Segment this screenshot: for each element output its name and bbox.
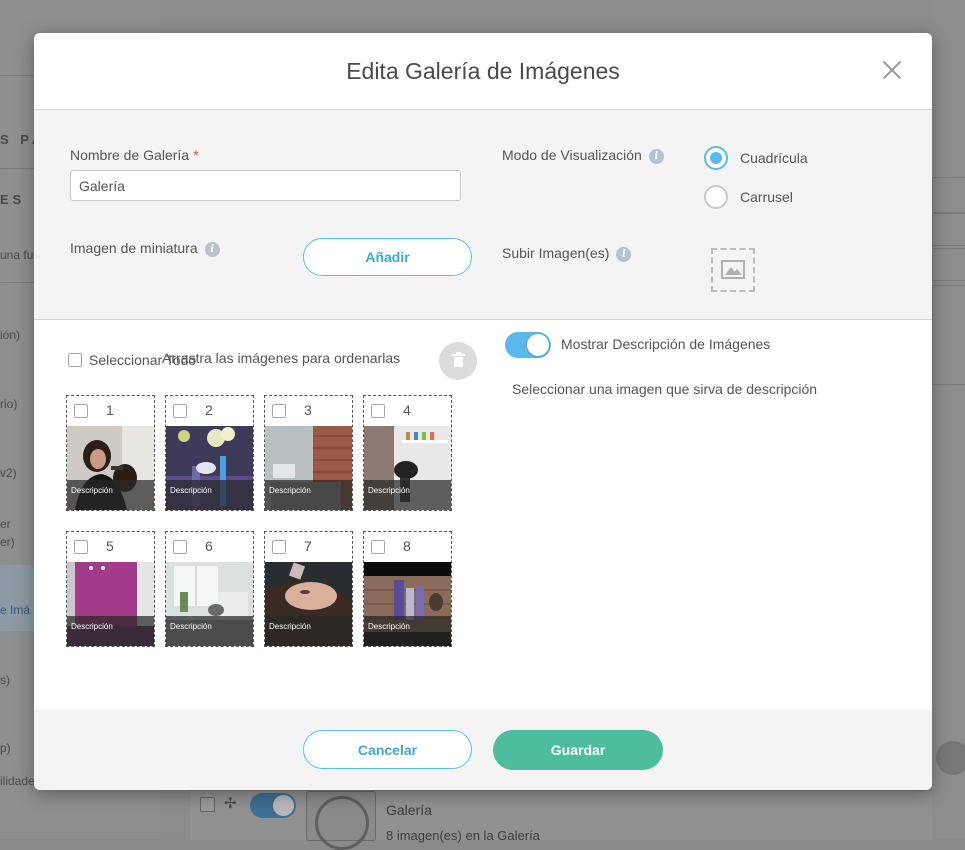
tile-description: Descripción (265, 616, 352, 646)
tile-checkbox[interactable] (74, 540, 88, 554)
tile-number: 8 (403, 538, 411, 554)
gallery-tile[interactable]: 3 Descripción (264, 395, 353, 511)
bg-gallery-thumbnail (306, 791, 376, 850)
move-icon: ✢ (224, 795, 237, 812)
display-mode-grid-option[interactable]: Cuadrícula (704, 146, 808, 170)
tile-description: Descripción (67, 480, 154, 510)
info-icon[interactable]: i (616, 247, 632, 262)
thumbnail-label-text: Imagen de miniatura (70, 240, 198, 256)
bg-label: una fu (0, 248, 34, 262)
info-icon[interactable]: i (204, 242, 220, 257)
tile-number: 3 (304, 402, 312, 418)
modal-header: Edita Galería de Imágenes (34, 33, 932, 110)
bg-gallery-title: Galería (386, 802, 432, 818)
cancel-button[interactable]: Cancelar (303, 730, 472, 769)
tile-number: 4 (403, 402, 411, 418)
tile-description: Descripción (265, 480, 352, 510)
gallery-name-input[interactable] (70, 170, 461, 201)
display-mode-carousel-option[interactable]: Carrusel (704, 185, 793, 209)
bg-label: rio) (0, 397, 18, 411)
tile-number: 1 (106, 402, 114, 418)
bg-label: s) (0, 673, 10, 687)
radio-grid-label: Cuadrícula (740, 150, 808, 166)
gallery-tile[interactable]: 5 Descripción (66, 531, 155, 647)
tile-checkbox[interactable] (272, 540, 286, 554)
display-mode-label: Modo de Visualización i (502, 147, 664, 164)
delete-selected-button[interactable] (439, 342, 477, 380)
display-mode-label-text: Modo de Visualización (502, 147, 642, 163)
gallery-tile[interactable]: 8 Descripción (363, 531, 452, 647)
save-button[interactable]: Guardar (493, 730, 663, 770)
gallery-tile[interactable]: 6 Descripción (165, 531, 254, 647)
show-description-toggle[interactable] (505, 332, 551, 358)
bg-label: ES (0, 192, 26, 207)
trash-icon (452, 352, 465, 356)
image-icon (721, 260, 745, 279)
description-hint: Seleccionar una imagen que sirva de desc… (512, 381, 818, 397)
gallery-name-label-text: Nombre de Galería (70, 147, 190, 163)
tile-description: Descripción (67, 616, 154, 646)
background-right-panel (932, 0, 965, 839)
show-description-label: Mostrar Descripción de Imágenes (561, 336, 771, 352)
bg-label: er) (0, 535, 15, 549)
radio-carousel[interactable] (704, 185, 728, 209)
modal-footer: Cancelar Guardar (34, 710, 932, 790)
tile-checkbox[interactable] (173, 540, 187, 554)
tile-description: Descripción (364, 616, 451, 646)
tile-number: 5 (106, 538, 114, 554)
bg-label: e Imá (0, 603, 31, 617)
add-thumbnail-button[interactable]: Añadir (303, 238, 472, 276)
tile-number: 7 (304, 538, 312, 554)
gallery-settings-form: Nombre de Galería* Imagen de miniaturai … (34, 110, 932, 320)
tile-checkbox[interactable] (272, 404, 286, 418)
tile-description: Descripción (166, 480, 253, 510)
tile-checkbox[interactable] (74, 404, 88, 418)
thumbnail-label: Imagen de miniatura i (70, 240, 220, 257)
edit-gallery-modal: Edita Galería de Imágenes Nombre de Gale… (34, 33, 932, 790)
tile-description: Descripción (364, 480, 451, 510)
gallery-tile[interactable]: 1 Descripción (66, 395, 155, 511)
upload-label: Subir Imagen(es) i (502, 245, 632, 262)
bg-toggle (250, 793, 296, 818)
required-mark: * (193, 147, 199, 163)
bg-label: p) (0, 741, 11, 755)
tile-number: 2 (205, 402, 213, 418)
bg-label: ión) (0, 328, 21, 342)
radio-carousel-label: Carrusel (740, 189, 793, 205)
background-gallery-row (190, 790, 932, 840)
bg-label: v2) (0, 466, 17, 480)
gallery-tile[interactable]: 7 Descripción (264, 531, 353, 647)
modal-title: Edita Galería de Imágenes (346, 58, 620, 84)
bg-checkbox (200, 797, 215, 812)
tile-checkbox[interactable] (371, 404, 385, 418)
upload-images-button[interactable] (711, 248, 755, 292)
gallery-name-label: Nombre de Galería * (70, 147, 199, 163)
tile-description: Descripción (166, 616, 253, 646)
drag-hint: Arrastra las imágenes para ordenarlas (162, 350, 401, 366)
gallery-tile[interactable]: 4 Descripción (363, 395, 452, 511)
info-icon[interactable]: i (648, 149, 664, 164)
close-icon[interactable] (882, 60, 902, 80)
radio-grid[interactable] (704, 146, 728, 170)
tile-checkbox[interactable] (173, 404, 187, 418)
bg-label: er (0, 517, 11, 531)
tile-checkbox[interactable] (371, 540, 385, 554)
bg-gallery-subtitle: 8 imagen(es) en la Galería (386, 828, 540, 843)
tile-number: 6 (205, 538, 213, 554)
select-all-checkbox[interactable] (68, 353, 82, 367)
upload-label-text: Subir Imagen(es) (502, 245, 610, 261)
bg-label: ilidade (0, 774, 35, 788)
gallery-tile[interactable]: 2 Descripción (165, 395, 254, 511)
